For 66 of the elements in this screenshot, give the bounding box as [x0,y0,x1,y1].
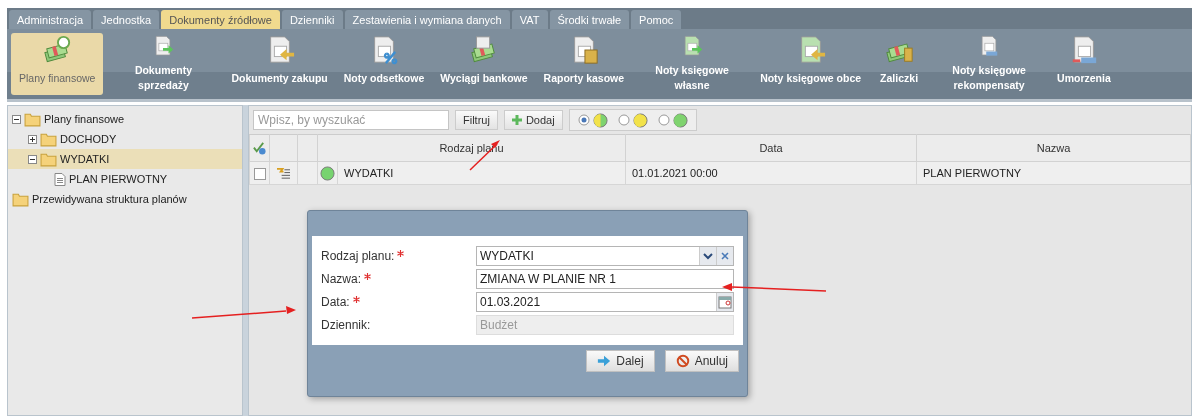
toggle-icon[interactable] [28,134,37,144]
folder-icon [40,131,57,147]
menu-tab[interactable]: Jednostka [93,10,160,29]
toggle-icon[interactable] [12,114,21,124]
toolbar-button[interactable]: Noty księgowe obce [752,33,870,95]
check-info-icon [252,141,267,155]
plus-icon [511,115,522,125]
input-field[interactable]: ZMIANA W PLANIE NR 1 [476,269,734,289]
calendar-icon[interactable] [716,293,733,311]
list-icon[interactable] [276,166,291,180]
menu-tab[interactable]: Dokumenty źródłowe [161,10,280,29]
toolbar-button[interactable]: Noty księgowe rekompensaty [929,33,1050,95]
table-cell: WYDATKI [337,161,626,185]
menu-tab[interactable]: VAT [511,10,548,29]
row-checkbox[interactable] [253,167,266,180]
toolbar-button[interactable]: Plany finansowe [11,33,104,95]
status-icon [632,112,648,128]
field-label: Data: [321,295,350,309]
menu-tab[interactable]: Zestawienia i wymiana danych [344,10,510,29]
toolbar-button[interactable]: Dokumenty sprzedaży [103,33,224,95]
toolbar-button[interactable]: Wyciągi bankowe [432,33,536,95]
add-button[interactable]: Dodaj [503,110,563,130]
menu-tab[interactable]: Administracja [9,10,92,29]
toolbar-button[interactable]: Umorzenia [1049,33,1119,95]
tree-item[interactable]: PLAN PIERWOTNY [8,169,242,189]
table-cell: PLAN PIERWOTNY [916,161,1191,185]
next-button[interactable]: Dalej [586,350,655,372]
field-label: Dziennik: [321,318,371,332]
tree-item[interactable]: WYDATKI [8,149,242,169]
dropdown-icon[interactable] [699,247,716,265]
radio-button[interactable] [577,114,590,126]
toolbar-button[interactable]: Zaliczki [869,33,930,95]
tree-item[interactable]: Przewidywana struktura planów [8,189,242,209]
filter-button[interactable]: Filtruj [455,110,498,130]
toolbar-button[interactable]: Noty odsetkowe [335,33,433,95]
status-icon [592,112,608,128]
cancel-button[interactable]: Anuluj [664,350,739,372]
radio-button[interactable] [617,114,630,126]
field-label: Rodzaj planu: [321,249,395,263]
clear-icon[interactable] [716,247,733,265]
tree-item[interactable]: DOCHODY [8,129,242,149]
money-icon [42,35,73,65]
toolbar-button[interactable]: Raporty kasowe [535,33,633,95]
toolbar-button[interactable]: Dokumenty zakupu [223,33,336,95]
toggle-icon[interactable] [28,154,37,164]
radio-button[interactable] [657,114,670,126]
document-icon [54,171,66,187]
tree-item[interactable]: Plany finansowe [8,109,242,129]
folder-icon [40,151,57,167]
toolbar-button[interactable]: Noty księgowe własne [632,33,753,95]
input-field[interactable]: Budżet [476,315,734,335]
status-icon [672,112,688,128]
search-field[interactable]: Wpisz, by wyszukać [253,110,449,130]
folder-icon [12,191,29,207]
input-field[interactable]: WYDATKI [476,246,734,266]
menu-tab[interactable]: Pomoc [631,10,682,29]
arrow-right-icon [597,354,612,368]
menu-tab[interactable]: Dzienniki [281,10,343,29]
table-cell: 01.01.2021 00:00 [625,161,917,185]
menu-tab[interactable]: Środki trwałe [549,10,630,29]
cancel-icon [675,354,690,368]
field-label: Nazwa: [321,272,361,286]
column-header[interactable]: Data [625,134,917,162]
folder-icon [24,111,41,127]
column-header[interactable]: Nazwa [916,134,1191,162]
input-field[interactable]: 01.03.2021 [476,292,734,312]
